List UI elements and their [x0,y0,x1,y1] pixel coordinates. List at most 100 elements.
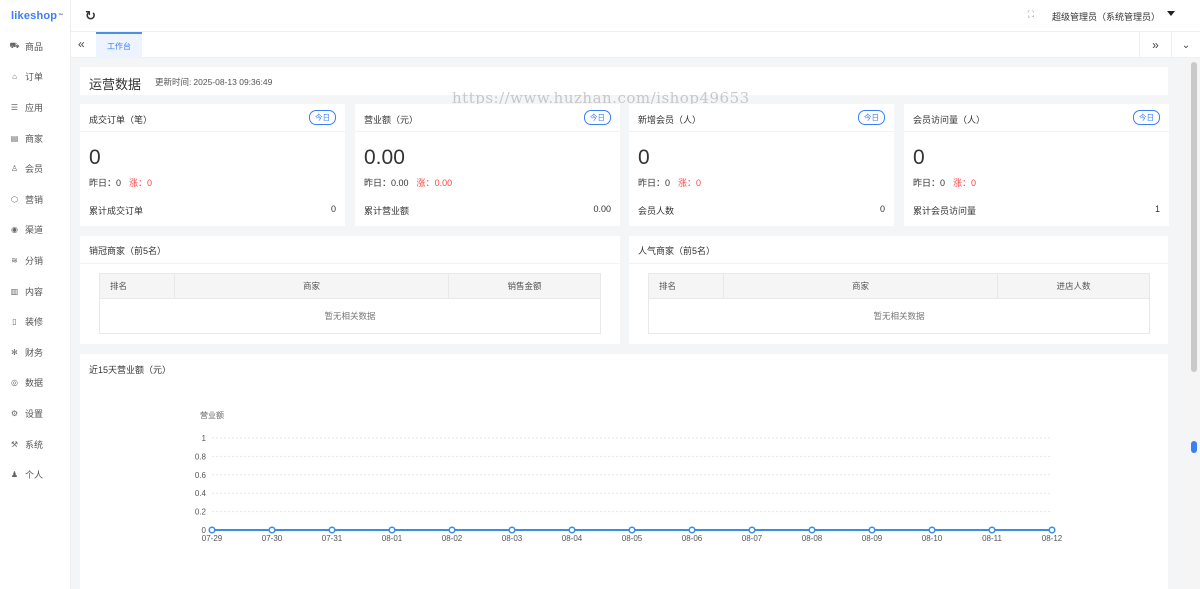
store-icon: ▤ [10,133,19,143]
rise-value: 0 [971,178,977,188]
divider [629,263,1168,264]
sidebar-item-label: 内容 [25,286,44,297]
x-tick-label: 08-03 [502,534,523,543]
column-rank: 排名 [100,274,175,298]
today-badge: 今日 [858,110,885,125]
column-merchant: 商家 [724,274,998,298]
scrollbar[interactable] [1188,58,1200,589]
popular-merchants-table: 排名 商家 进店人数 暂无相关数据 [648,273,1150,334]
sidebar-item-13[interactable]: ⚒ 系统 [0,429,70,460]
list-icon: ☰ [10,102,19,112]
sidebar-item-label: 个人 [25,470,44,481]
stat-total-value: 1 [1154,204,1160,214]
sidebar-item-label: 营销 [25,194,44,205]
sidebar: likeshop ™ ⛟ 商品 ⌂ 订单 ☰ 应用 ▤ 商家 ♙ 会员 ⬡ 营销 ◉ 渠道 ≋ 分销 ▥ 内容 ▯ 装修… [0,0,71,589]
user-icon: ♙ [10,164,19,174]
stat-title: 会员访问量（人） [913,115,986,125]
table-header: 排名 商家 销售金额 [100,274,600,299]
system-icon: ⚒ [10,439,19,449]
sidebar-item-9[interactable]: ▯ 装修 [0,306,70,337]
sidebar-item-6[interactable]: ◉ 渠道 [0,215,70,246]
stat-value: 0 [89,146,101,169]
stat-yesterday: 昨日：0 涨：0 [913,176,976,189]
today-badge: 今日 [309,110,336,125]
data-point [268,526,276,534]
x-tick-label: 08-06 [682,534,703,543]
chevron-down-icon[interactable]: ⌄ [1171,32,1200,58]
yesterday-label: 昨日： [89,178,117,188]
x-tick-label: 07-29 [202,534,223,543]
column-sales-amount: 销售金额 [507,281,542,291]
stat-card: 会员访问量（人） 今日 0 昨日：0 涨：0 累计会员访问量 1 [904,104,1169,226]
x-tick-label: 07-31 [322,534,343,543]
sidebar-item-4[interactable]: ♙ 会员 [0,153,70,184]
stat-title: 营业额（元） [364,115,419,125]
sidebar-item-label: 数据 [25,378,44,389]
scroll-left-icon[interactable]: « [78,37,85,51]
stat-total-label: 累计营业额 [364,206,410,216]
sidebar-item-1[interactable]: ⌂ 订单 [0,62,70,93]
logo[interactable]: likeshop ™ [0,0,70,32]
sidebar-item-label: 订单 [25,72,44,83]
data-point [508,526,516,534]
data-point [688,526,696,534]
finance-icon: ✻ [11,347,18,357]
stat-yesterday: 昨日：0 涨：0 [638,176,701,189]
yesterday-value: 0 [116,178,122,188]
sidebar-item-8[interactable]: ▥ 内容 [0,276,70,307]
caret-down-icon[interactable] [1167,11,1175,16]
sidebar-item-11[interactable]: ◎ 数据 [0,368,70,399]
sidebar-item-label: 商家 [25,133,44,144]
popular-merchants-title: 人气商家（前5名） [638,246,716,256]
cube-icon: ⬡ [11,194,18,204]
scrollbar-thumb[interactable] [1191,62,1197,372]
today-badge: 今日 [584,110,611,125]
fullscreen-icon[interactable]: ⛶ [1028,9,1034,20]
column-rank: 排名 [649,274,724,298]
stat-yesterday: 昨日：0 涨：0 [89,176,152,189]
stat-value: 0 [638,146,650,169]
person-icon: ♟ [10,470,19,480]
sidebar-item-7[interactable]: ≋ 分销 [0,245,70,276]
sidebar-item-2[interactable]: ☰ 应用 [0,92,70,123]
revenue-line-chart: 营业额00.20.40.60.8107-29 07-30 07-31 08-01 08-… [195,410,1063,543]
y-tick-label: 0.4 [195,489,207,498]
x-tick-label: 08-02 [442,534,463,543]
y-axis-label: 营业额 [200,410,224,420]
yesterday-label: 昨日： [364,178,392,188]
divider [80,263,620,264]
data-point [328,526,336,534]
refresh-icon[interactable]: ↻ [85,8,96,24]
scroll-right-icon[interactable]: » [1139,32,1171,58]
data-point [628,526,636,534]
data-point [568,526,576,534]
sidebar-item-label: 渠道 [25,225,44,236]
sidebar-item-10[interactable]: ✻ 财务 [0,337,70,368]
x-tick-label: 08-10 [922,534,943,543]
ops-header-card: 运营数据 更新时间: 2025-08-13 09:36:49 [80,67,1168,95]
sidebar-item-0[interactable]: ⛟ 商品 [0,31,70,62]
x-tick-label: 08-12 [1042,534,1063,543]
sidebar-item-3[interactable]: ▤ 商家 [0,123,70,154]
popular-merchants-card: 人气商家（前5名） 排名 商家 进店人数 暂无相关数据 [629,236,1168,344]
x-tick-label: 08-08 [802,534,823,543]
stat-card: 营业额（元） 今日 0.00 昨日：0.00 涨：0.00 累计营业额 0.00 [355,104,620,226]
stat-title: 新增会员（人） [638,115,702,125]
top-sales-card: 销冠商家（前5名） 排名 商家 销售金额 暂无相关数据 [80,236,620,344]
divider [355,131,620,132]
rise-label: 涨： [678,178,697,188]
layers-icon: ≋ [11,255,18,265]
stat-total-value: 0.00 [593,204,611,214]
x-tick-label: 08-01 [382,534,403,543]
data-point [988,526,996,534]
tab-workbench[interactable]: 工作台 [96,32,142,58]
user-menu[interactable]: 超级管理员（系统管理员） [1052,10,1160,23]
yesterday-label: 昨日： [913,178,941,188]
divider [629,131,894,132]
sidebar-item-5[interactable]: ⬡ 营销 [0,184,70,215]
logo-tm: ™ [58,13,64,19]
stat-total-label: 累计成交订单 [89,206,144,216]
sidebar-item-12[interactable]: ⚙ 设置 [0,398,70,429]
yesterday-value: 0 [665,178,671,188]
sidebar-item-14[interactable]: ♟ 个人 [0,459,70,490]
